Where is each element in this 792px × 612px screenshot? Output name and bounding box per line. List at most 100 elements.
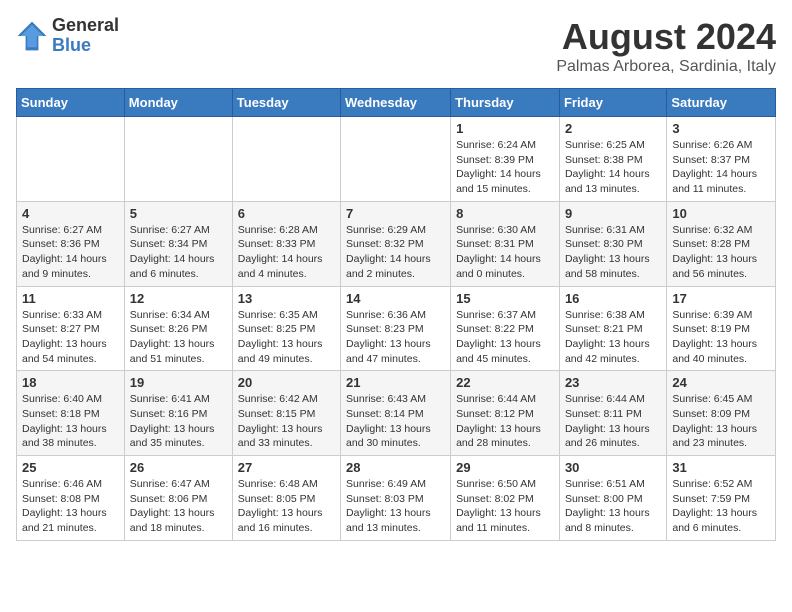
- day-info: Sunrise: 6:41 AM Sunset: 8:16 PM Dayligh…: [130, 392, 227, 451]
- calendar-day-cell: 17Sunrise: 6:39 AM Sunset: 8:19 PM Dayli…: [667, 286, 776, 371]
- day-number: 2: [565, 121, 661, 136]
- calendar-day-cell: [232, 117, 340, 202]
- calendar-day-cell: [124, 117, 232, 202]
- day-info: Sunrise: 6:25 AM Sunset: 8:38 PM Dayligh…: [565, 138, 661, 197]
- day-of-week-header: Thursday: [451, 89, 560, 117]
- calendar-week-row: 1 Sunrise: 6:24 AM Sunset: 8:39 PM Daylig…: [17, 117, 776, 202]
- day-number: 19: [130, 375, 227, 390]
- day-number: 18: [22, 375, 119, 390]
- day-number: 25: [22, 460, 119, 475]
- day-number: 16: [565, 291, 661, 306]
- calendar-day-cell: 14Sunrise: 6:36 AM Sunset: 8:23 PM Dayli…: [341, 286, 451, 371]
- day-info: Sunrise: 6:27 AM Sunset: 8:34 PM Dayligh…: [130, 223, 227, 282]
- day-number: 6: [238, 206, 335, 221]
- calendar-day-cell: 31 Sunrise: 6:52 AM Sunset: 7:59 PM Dayli…: [667, 456, 776, 541]
- calendar-week-row: 25 Sunrise: 6:46 AM Sunset: 8:08 PM Dayli…: [17, 456, 776, 541]
- calendar-day-cell: 7 Sunrise: 6:29 AM Sunset: 8:32 PM Daylig…: [341, 201, 451, 286]
- calendar-week-row: 18 Sunrise: 6:40 AM Sunset: 8:18 PM Dayli…: [17, 371, 776, 456]
- day-info: Sunrise: 6:45 AM Sunset: 8:09 PM Dayligh…: [672, 392, 770, 451]
- logo-general-text: General: [52, 16, 119, 36]
- day-info: Sunrise: 6:29 AM Sunset: 8:32 PM Dayligh…: [346, 223, 445, 282]
- day-number: 13: [238, 291, 335, 306]
- day-info: Sunrise: 6:50 AM Sunset: 8:02 PM Dayligh…: [456, 477, 554, 536]
- calendar-day-cell: 22Sunrise: 6:44 AM Sunset: 8:12 PM Dayli…: [451, 371, 560, 456]
- calendar-week-row: 4 Sunrise: 6:27 AM Sunset: 8:36 PM Daylig…: [17, 201, 776, 286]
- logo-blue-text: Blue: [52, 36, 119, 56]
- calendar-day-cell: 15 Sunrise: 6:37 AM Sunset: 8:22 PM Dayli…: [451, 286, 560, 371]
- location-subtitle: Palmas Arborea, Sardinia, Italy: [556, 58, 776, 76]
- day-number: 8: [456, 206, 554, 221]
- calendar-week-row: 11 Sunrise: 6:33 AM Sunset: 8:27 PM Dayli…: [17, 286, 776, 371]
- day-info: Sunrise: 6:32 AM Sunset: 8:28 PM Dayligh…: [672, 223, 770, 282]
- day-info: Sunrise: 6:43 AM Sunset: 8:14 PM Dayligh…: [346, 392, 445, 451]
- day-info: Sunrise: 6:24 AM Sunset: 8:39 PM Dayligh…: [456, 138, 554, 197]
- day-info: Sunrise: 6:34 AM Sunset: 8:26 PM Dayligh…: [130, 308, 227, 367]
- calendar-day-cell: 26 Sunrise: 6:47 AM Sunset: 8:06 PM Dayli…: [124, 456, 232, 541]
- day-number: 29: [456, 460, 554, 475]
- calendar-day-cell: 25 Sunrise: 6:46 AM Sunset: 8:08 PM Dayli…: [17, 456, 125, 541]
- day-info: Sunrise: 6:31 AM Sunset: 8:30 PM Dayligh…: [565, 223, 661, 282]
- day-number: 31: [672, 460, 770, 475]
- day-number: 26: [130, 460, 227, 475]
- day-of-week-header: Sunday: [17, 89, 125, 117]
- calendar-day-cell: 6 Sunrise: 6:28 AM Sunset: 8:33 PM Daylig…: [232, 201, 340, 286]
- calendar-day-cell: 2 Sunrise: 6:25 AM Sunset: 8:38 PM Daylig…: [559, 117, 666, 202]
- day-number: 15: [456, 291, 554, 306]
- day-of-week-header: Saturday: [667, 89, 776, 117]
- day-info: Sunrise: 6:42 AM Sunset: 8:15 PM Dayligh…: [238, 392, 335, 451]
- day-number: 12: [130, 291, 227, 306]
- day-info: Sunrise: 6:30 AM Sunset: 8:31 PM Dayligh…: [456, 223, 554, 282]
- calendar-day-cell: 20 Sunrise: 6:42 AM Sunset: 8:15 PM Dayli…: [232, 371, 340, 456]
- calendar-day-cell: 4 Sunrise: 6:27 AM Sunset: 8:36 PM Daylig…: [17, 201, 125, 286]
- day-number: 3: [672, 121, 770, 136]
- day-number: 20: [238, 375, 335, 390]
- day-number: 28: [346, 460, 445, 475]
- day-number: 11: [22, 291, 119, 306]
- day-info: Sunrise: 6:51 AM Sunset: 8:00 PM Dayligh…: [565, 477, 661, 536]
- day-number: 1: [456, 121, 554, 136]
- day-info: Sunrise: 6:35 AM Sunset: 8:25 PM Dayligh…: [238, 308, 335, 367]
- day-info: Sunrise: 6:40 AM Sunset: 8:18 PM Dayligh…: [22, 392, 119, 451]
- day-info: Sunrise: 6:46 AM Sunset: 8:08 PM Dayligh…: [22, 477, 119, 536]
- calendar-day-cell: 16 Sunrise: 6:38 AM Sunset: 8:21 PM Dayli…: [559, 286, 666, 371]
- calendar-day-cell: 30Sunrise: 6:51 AM Sunset: 8:00 PM Dayli…: [559, 456, 666, 541]
- day-number: 24: [672, 375, 770, 390]
- page-header: General Blue August 2024 Palmas Arborea,…: [16, 16, 776, 76]
- calendar-day-cell: 23 Sunrise: 6:44 AM Sunset: 8:11 PM Dayli…: [559, 371, 666, 456]
- day-info: Sunrise: 6:48 AM Sunset: 8:05 PM Dayligh…: [238, 477, 335, 536]
- calendar-day-cell: [17, 117, 125, 202]
- calendar-day-cell: 10 Sunrise: 6:32 AM Sunset: 8:28 PM Dayli…: [667, 201, 776, 286]
- day-info: Sunrise: 6:39 AM Sunset: 8:19 PM Dayligh…: [672, 308, 770, 367]
- calendar-day-cell: 9 Sunrise: 6:31 AM Sunset: 8:30 PM Daylig…: [559, 201, 666, 286]
- calendar-day-cell: 19 Sunrise: 6:41 AM Sunset: 8:16 PM Dayli…: [124, 371, 232, 456]
- day-number: 23: [565, 375, 661, 390]
- day-info: Sunrise: 6:52 AM Sunset: 7:59 PM Dayligh…: [672, 477, 770, 536]
- day-number: 7: [346, 206, 445, 221]
- logo-icon: [16, 20, 48, 52]
- calendar-day-cell: 12 Sunrise: 6:34 AM Sunset: 8:26 PM Dayli…: [124, 286, 232, 371]
- calendar-day-cell: [341, 117, 451, 202]
- calendar-day-cell: 1 Sunrise: 6:24 AM Sunset: 8:39 PM Daylig…: [451, 117, 560, 202]
- day-number: 9: [565, 206, 661, 221]
- calendar-day-cell: 13 Sunrise: 6:35 AM Sunset: 8:25 PM Dayli…: [232, 286, 340, 371]
- day-number: 14: [346, 291, 445, 306]
- calendar-day-cell: 27Sunrise: 6:48 AM Sunset: 8:05 PM Dayli…: [232, 456, 340, 541]
- day-number: 10: [672, 206, 770, 221]
- day-info: Sunrise: 6:47 AM Sunset: 8:06 PM Dayligh…: [130, 477, 227, 536]
- day-info: Sunrise: 6:49 AM Sunset: 8:03 PM Dayligh…: [346, 477, 445, 536]
- day-of-week-header: Friday: [559, 89, 666, 117]
- title-section: August 2024 Palmas Arborea, Sardinia, It…: [556, 16, 776, 76]
- day-number: 4: [22, 206, 119, 221]
- day-of-week-header: Tuesday: [232, 89, 340, 117]
- day-info: Sunrise: 6:37 AM Sunset: 8:22 PM Dayligh…: [456, 308, 554, 367]
- day-info: Sunrise: 6:33 AM Sunset: 8:27 PM Dayligh…: [22, 308, 119, 367]
- calendar-day-cell: 24 Sunrise: 6:45 AM Sunset: 8:09 PM Dayli…: [667, 371, 776, 456]
- day-number: 21: [346, 375, 445, 390]
- day-info: Sunrise: 6:44 AM Sunset: 8:11 PM Dayligh…: [565, 392, 661, 451]
- day-info: Sunrise: 6:38 AM Sunset: 8:21 PM Dayligh…: [565, 308, 661, 367]
- day-info: Sunrise: 6:28 AM Sunset: 8:33 PM Dayligh…: [238, 223, 335, 282]
- day-info: Sunrise: 6:27 AM Sunset: 8:36 PM Dayligh…: [22, 223, 119, 282]
- month-year-title: August 2024: [556, 16, 776, 58]
- day-info: Sunrise: 6:44 AM Sunset: 8:12 PM Dayligh…: [456, 392, 554, 451]
- days-of-week-row: SundayMondayTuesdayWednesdayThursdayFrid…: [17, 89, 776, 117]
